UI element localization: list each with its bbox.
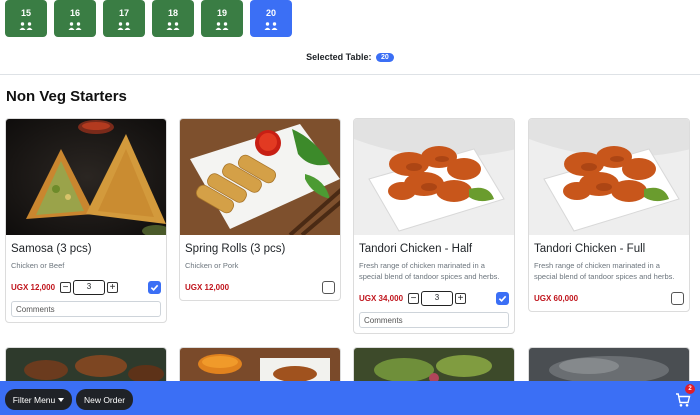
item-description: Fresh range of chicken marinated in a sp… xyxy=(534,261,675,281)
item-name: Tandori Chicken - Half xyxy=(359,243,473,255)
item-select-checkbox[interactable] xyxy=(322,280,335,294)
filter-menu-label: Filter Menu xyxy=(12,394,56,405)
item-select-checkbox[interactable] xyxy=(148,280,161,294)
table-number: 19 xyxy=(216,7,227,18)
samosa-image xyxy=(6,119,166,235)
cart-count-badge: 2 xyxy=(685,384,695,394)
increment-button[interactable]: + xyxy=(107,281,119,293)
tandori-chicken-full-image xyxy=(529,119,689,235)
item-price: UGX 12,000 xyxy=(185,282,230,292)
table-number: 18 xyxy=(167,7,178,18)
increment-button[interactable]: + xyxy=(455,292,467,304)
menu-item-card-tandori-half: Tandori Chicken - Half Fresh range of ch… xyxy=(353,118,515,334)
item-price: UGX 34,000 xyxy=(359,293,404,303)
table-button-18[interactable]: 18 xyxy=(152,0,194,37)
item-name: Samosa (3 pcs) xyxy=(11,243,92,255)
people-icon xyxy=(215,21,229,30)
table-button-16[interactable]: 16 xyxy=(54,0,96,37)
item-description: Chicken or Beef xyxy=(11,261,65,270)
table-number: 16 xyxy=(69,7,80,18)
selected-table-badge: 20 xyxy=(376,53,394,62)
item-name: Spring Rolls (3 pcs) xyxy=(185,243,286,255)
comments-input[interactable]: Comments xyxy=(11,301,161,317)
table-button-19[interactable]: 19 xyxy=(201,0,243,37)
selected-table-label: Selected Table: xyxy=(306,52,372,62)
people-icon xyxy=(264,21,278,30)
decrement-button[interactable]: − xyxy=(408,292,420,304)
bottom-action-bar: Filter Menu New Order xyxy=(0,381,700,415)
decrement-button[interactable]: − xyxy=(60,281,72,293)
tandori-chicken-half-image xyxy=(354,119,514,235)
check-icon xyxy=(498,295,507,302)
table-button-20[interactable]: 20 xyxy=(250,0,292,37)
item-description: Fresh range of chicken marinated in a sp… xyxy=(359,261,500,281)
item-name: Tandori Chicken - Full xyxy=(534,243,646,255)
section-title: Non Veg Starters xyxy=(6,88,127,105)
quantity-input[interactable]: 3 xyxy=(73,279,106,295)
item-price: UGX 12,000 xyxy=(11,282,56,292)
check-icon xyxy=(150,284,159,291)
table-number: 20 xyxy=(265,7,276,18)
table-selector: 15 16 17 18 19 20 xyxy=(5,0,292,37)
quantity-stepper: − 3 + xyxy=(60,279,119,295)
quantity-stepper: − 3 + xyxy=(408,290,467,306)
cart-icon[interactable] xyxy=(675,392,691,408)
people-icon xyxy=(68,21,82,30)
people-icon xyxy=(117,21,131,30)
menu-item-card-tandori-full: Tandori Chicken - Full Fresh range of ch… xyxy=(528,118,690,312)
item-select-checkbox[interactable] xyxy=(671,291,684,305)
new-order-button[interactable]: New Order xyxy=(76,389,133,410)
item-description: Chicken or Pork xyxy=(185,261,239,270)
item-price: UGX 60,000 xyxy=(534,293,579,303)
spring-rolls-image xyxy=(180,119,340,235)
caret-down-icon xyxy=(58,397,65,402)
menu-item-card-spring-rolls: Spring Rolls (3 pcs) Chicken or Pork UGX… xyxy=(179,118,341,301)
menu-item-card-samosa: Samosa (3 pcs) Chicken or Beef UGX 12,00… xyxy=(5,118,167,323)
quantity-input[interactable]: 3 xyxy=(421,290,454,306)
table-number: 17 xyxy=(118,7,129,18)
selected-table-indicator: Selected Table: 20 xyxy=(0,52,700,62)
item-select-checkbox[interactable] xyxy=(496,291,509,305)
people-icon xyxy=(166,21,180,30)
table-button-17[interactable]: 17 xyxy=(103,0,145,37)
table-number: 15 xyxy=(20,7,31,18)
filter-menu-button[interactable]: Filter Menu xyxy=(5,389,72,410)
people-icon xyxy=(19,21,33,30)
comments-input[interactable]: Comments xyxy=(359,312,509,328)
table-button-15[interactable]: 15 xyxy=(5,0,47,37)
divider xyxy=(0,74,700,75)
